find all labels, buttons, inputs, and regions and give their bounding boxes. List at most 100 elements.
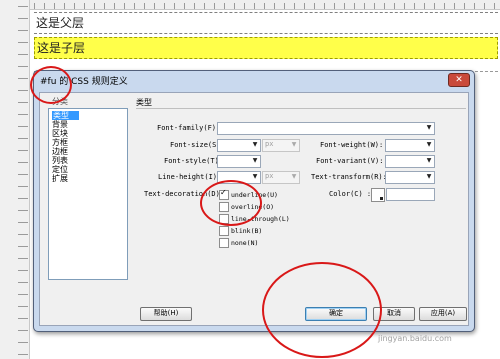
- annotation-circle-ok: [262, 262, 382, 358]
- ruler-tick: [54, 3, 55, 9]
- chevron-down-icon: ▼: [291, 173, 297, 180]
- ruler-tick: [444, 3, 445, 9]
- ruler-tick: [474, 3, 475, 9]
- ruler-tick: [18, 114, 28, 115]
- ruler-tick: [334, 3, 335, 9]
- category-item-background[interactable]: 背景: [52, 120, 68, 129]
- font-family-label: Font-family(F):: [157, 124, 221, 132]
- ruler-tick: [484, 3, 485, 9]
- ruler-tick: [18, 234, 28, 235]
- vertical-ruler: [0, 0, 30, 359]
- annotation-circle-title: [30, 66, 72, 104]
- ruler-tick: [18, 282, 28, 283]
- category-item-positioning[interactable]: 定位: [52, 165, 68, 174]
- category-list[interactable]: 类型 背景 区块 方框 边框 列表 定位 扩展: [48, 108, 128, 280]
- horizontal-ruler: [30, 0, 500, 10]
- category-item-border[interactable]: 边框: [52, 147, 68, 156]
- parent-layer[interactable]: 这是父层: [34, 12, 498, 34]
- ruler-tick: [18, 222, 28, 223]
- section-title: 类型: [136, 98, 152, 107]
- chevron-down-icon: ▼: [426, 124, 432, 131]
- font-weight-select[interactable]: ▼: [385, 139, 435, 152]
- chevron-down-icon: ▼: [426, 157, 432, 164]
- ruler-tick: [364, 3, 365, 9]
- ruler-tick: [264, 3, 265, 9]
- apply-button[interactable]: 应用(A): [419, 307, 467, 321]
- ruler-tick: [134, 3, 135, 9]
- font-weight-label: Font-weight(W):: [320, 141, 384, 149]
- ruler-tick: [384, 3, 385, 9]
- ruler-tick: [18, 306, 28, 307]
- ruler-tick: [214, 3, 215, 9]
- ruler-tick: [144, 3, 145, 9]
- child-layer[interactable]: 这是子层: [34, 37, 498, 59]
- none-checkbox[interactable]: [219, 238, 229, 248]
- category-item-box[interactable]: 方框: [52, 138, 68, 147]
- ruler-tick: [18, 210, 28, 211]
- ruler-tick: [224, 3, 225, 9]
- ruler-tick: [244, 3, 245, 9]
- ruler-tick: [18, 342, 28, 343]
- ruler-tick: [18, 90, 28, 91]
- chevron-down-icon: ▼: [252, 157, 258, 164]
- color-input[interactable]: [386, 188, 435, 201]
- ruler-tick: [344, 3, 345, 9]
- text-transform-label: Text-transform(R):: [311, 173, 387, 181]
- color-picker-button[interactable]: [371, 188, 385, 202]
- parent-layer-text: 这是父层: [36, 16, 85, 30]
- ruler-tick: [18, 138, 28, 139]
- dialog-titlebar[interactable]: #fu 的 CSS 规则定义 ✕: [34, 71, 474, 91]
- ruler-tick: [204, 3, 205, 9]
- text-transform-select[interactable]: ▼: [385, 171, 435, 184]
- ruler-tick: [18, 354, 28, 355]
- help-button[interactable]: 帮助(H): [140, 307, 192, 321]
- ruler-tick: [284, 3, 285, 9]
- ruler-tick: [424, 3, 425, 9]
- category-item-extensions[interactable]: 扩展: [52, 174, 68, 183]
- category-item-block[interactable]: 区块: [52, 129, 68, 138]
- ruler-tick: [18, 150, 28, 151]
- ruler-tick: [194, 3, 195, 9]
- ruler-tick: [394, 3, 395, 9]
- ruler-tick: [154, 3, 155, 9]
- ruler-tick: [494, 3, 495, 9]
- ruler-tick: [274, 3, 275, 9]
- font-variant-select[interactable]: ▼: [385, 155, 435, 168]
- ruler-tick: [18, 330, 28, 331]
- ruler-tick: [18, 294, 28, 295]
- ruler-tick: [94, 3, 95, 9]
- ruler-tick: [104, 3, 105, 9]
- section-divider: [136, 108, 466, 109]
- ruler-tick: [18, 270, 28, 271]
- category-item-type[interactable]: 类型: [52, 111, 79, 120]
- font-size-unit-select[interactable]: px ▼: [262, 139, 300, 152]
- ruler-tick: [234, 3, 235, 9]
- chevron-down-icon: ▼: [426, 173, 432, 180]
- child-layer-text: 这是子层: [37, 41, 86, 55]
- ruler-tick: [304, 3, 305, 9]
- ruler-tick: [114, 3, 115, 9]
- ruler-tick: [354, 3, 355, 9]
- ruler-tick: [18, 78, 28, 79]
- category-item-list[interactable]: 列表: [52, 156, 68, 165]
- font-style-select[interactable]: ▼: [217, 155, 261, 168]
- ruler-tick: [124, 3, 125, 9]
- ruler-tick: [18, 186, 28, 187]
- ruler-tick: [414, 3, 415, 9]
- close-button[interactable]: ✕: [448, 73, 470, 87]
- font-size-select[interactable]: ▼: [217, 139, 261, 152]
- blink-label: blink(B): [231, 227, 263, 235]
- ruler-tick: [404, 3, 405, 9]
- ruler-tick: [34, 3, 35, 9]
- blink-checkbox[interactable]: [219, 226, 229, 236]
- line-height-unit-select[interactable]: px ▼: [262, 171, 300, 184]
- watermark: jingyan.baidu.com: [378, 334, 452, 343]
- chevron-down-icon: ▼: [291, 141, 297, 148]
- line-height-unit: px: [265, 172, 274, 180]
- ruler-tick: [464, 3, 465, 9]
- ruler-tick: [18, 6, 28, 7]
- ruler-tick: [314, 3, 315, 9]
- font-family-select[interactable]: ▼: [217, 122, 435, 135]
- ruler-tick: [18, 174, 28, 175]
- ruler-tick: [18, 318, 28, 319]
